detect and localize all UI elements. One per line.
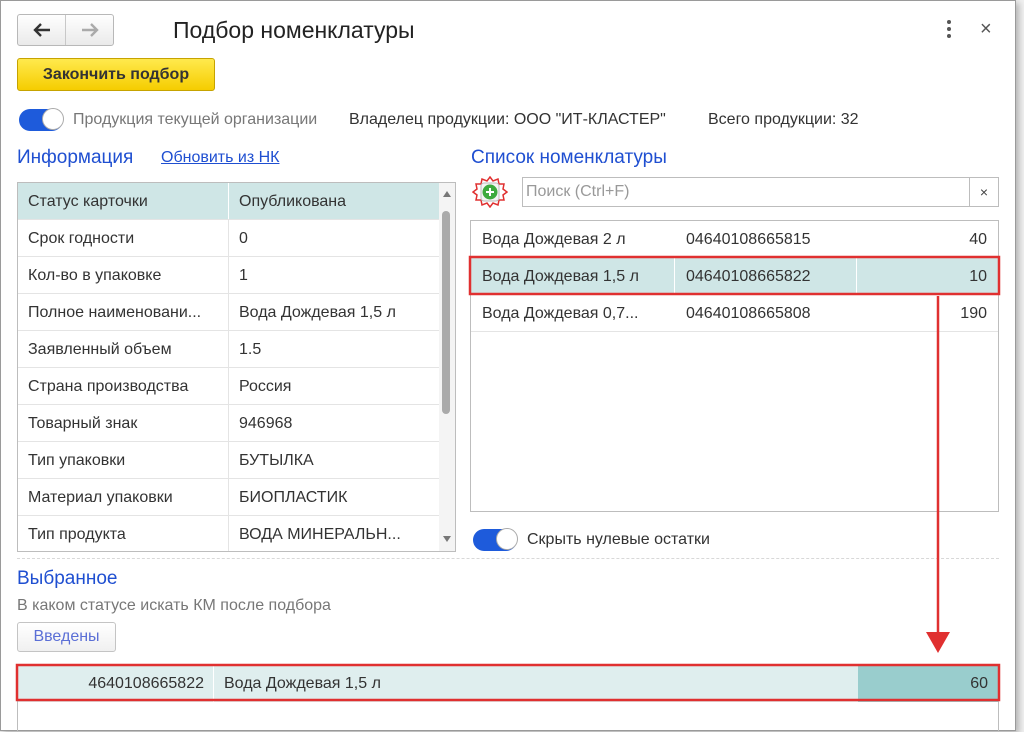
- item-name: Вода Дождевая 0,7...: [482, 305, 639, 322]
- annotation-arrow-head: [926, 632, 950, 653]
- info-value: Россия: [239, 378, 292, 395]
- info-row[interactable]: Страна производства Россия: [18, 368, 439, 405]
- search-input[interactable]: Поиск (Ctrl+F) ×: [522, 177, 999, 207]
- selected-name: Вода Дождевая 1,5 л: [224, 675, 381, 692]
- item-qty: 10: [969, 268, 987, 285]
- info-table: Статус карточки Опубликована Срок годност…: [17, 182, 456, 552]
- scroll-down-icon[interactable]: [443, 536, 451, 542]
- item-name: Вода Дождевая 2 л: [482, 231, 626, 248]
- search-placeholder: Поиск (Ctrl+F): [526, 183, 630, 200]
- arrow-left-icon: [32, 23, 50, 37]
- info-key: Статус карточки: [28, 193, 148, 210]
- forward-button[interactable]: [65, 15, 113, 45]
- close-icon[interactable]: ×: [980, 18, 992, 40]
- info-value: 1.5: [239, 341, 262, 358]
- selected-qty: 60: [970, 675, 988, 692]
- own-products-label: Продукция текущей организации: [73, 111, 318, 128]
- scroll-up-icon[interactable]: [443, 191, 451, 197]
- item-name: Вода Дождевая 1,5 л: [482, 268, 639, 285]
- owner-text: Владелец продукции: ООО "ИТ-КЛАСТЕР": [349, 111, 666, 128]
- selected-row[interactable]: 4640108665822 Вода Дождевая 1,5 л 60: [18, 665, 998, 702]
- info-key: Тип упаковки: [28, 452, 126, 469]
- info-key: Заявленный объем: [28, 341, 172, 358]
- info-value: 1: [239, 267, 248, 284]
- add-item-button[interactable]: [471, 175, 509, 209]
- info-key: Товарный знак: [28, 415, 138, 432]
- finish-selection-button[interactable]: Закончить подбор: [17, 58, 215, 91]
- selected-count-cell: 60: [858, 665, 998, 702]
- back-button[interactable]: [18, 15, 65, 45]
- item-code: 04640108665808: [686, 305, 811, 322]
- selection-window: Подбор номенклатуры × Закончить подбор П…: [0, 0, 1016, 732]
- selected-code: 4640108665822: [88, 675, 204, 692]
- info-value: БИОПЛАСТИК: [239, 489, 348, 506]
- nomenclature-row-selected[interactable]: Вода Дождевая 1,5 л 04640108665822 10: [471, 258, 998, 295]
- info-key: Страна производства: [28, 378, 189, 395]
- arrow-right-icon: [81, 23, 99, 37]
- more-menu-icon[interactable]: [945, 18, 953, 40]
- info-row[interactable]: Тип продукта ВОДА МИНЕРАЛЬН...: [18, 516, 439, 551]
- nav-buttons: [17, 14, 114, 46]
- info-section-title: Информация: [17, 147, 134, 168]
- plus-circle-icon: [482, 184, 498, 200]
- info-key: Тип продукта: [28, 526, 126, 543]
- info-key: Срок годности: [28, 230, 135, 247]
- info-key: Полное наименовани...: [28, 304, 202, 321]
- selected-section-title: Выбранное: [17, 568, 118, 589]
- status-prompt: В каком статусе искать КМ после подбора: [17, 597, 331, 614]
- item-code: 04640108665822: [686, 268, 811, 285]
- selected-table: 4640108665822 Вода Дождевая 1,5 л 60: [17, 664, 999, 732]
- hide-zero-toggle[interactable]: [473, 528, 518, 551]
- item-qty: 190: [960, 305, 987, 322]
- nomenclature-row[interactable]: Вода Дождевая 0,7... 04640108665808 190: [471, 295, 998, 332]
- item-code: 04640108665815: [686, 231, 811, 248]
- status-entered-button[interactable]: Введены: [17, 622, 116, 652]
- item-qty: 40: [969, 231, 987, 248]
- window-title: Подбор номенклатуры: [173, 17, 415, 43]
- refresh-from-nk-link[interactable]: Обновить из НК: [161, 149, 279, 167]
- info-row[interactable]: Статус карточки Опубликована: [18, 183, 439, 220]
- info-row[interactable]: Заявленный объем 1.5: [18, 331, 439, 368]
- info-row[interactable]: Срок годности 0: [18, 220, 439, 257]
- info-row[interactable]: Материал упаковки БИОПЛАСТИК: [18, 479, 439, 516]
- info-value: БУТЫЛКА: [239, 452, 314, 469]
- info-value: Опубликована: [239, 193, 347, 210]
- nomenclature-section-title: Список номенклатуры: [471, 147, 667, 168]
- hide-zero-label: Скрыть нулевые остатки: [527, 531, 710, 548]
- info-value: 0: [239, 230, 248, 247]
- info-key: Материал упаковки: [28, 489, 173, 506]
- total-products-text: Всего продукции: 32: [708, 111, 859, 128]
- info-key: Кол-во в упаковке: [28, 267, 162, 284]
- info-row[interactable]: Кол-во в упаковке 1: [18, 257, 439, 294]
- nomenclature-row[interactable]: Вода Дождевая 2 л 04640108665815 40: [471, 221, 998, 258]
- info-row[interactable]: Тип упаковки БУТЫЛКА: [18, 442, 439, 479]
- info-value: Вода Дождевая 1,5 л: [239, 304, 396, 321]
- info-row[interactable]: Товарный знак 946968: [18, 405, 439, 442]
- info-value: 946968: [239, 415, 293, 432]
- nomenclature-table: Вода Дождевая 2 л 04640108665815 40 Вода…: [470, 220, 999, 512]
- scrollbar-thumb[interactable]: [442, 211, 450, 414]
- clear-search-icon[interactable]: ×: [969, 178, 998, 206]
- section-divider: [17, 558, 999, 559]
- info-value: ВОДА МИНЕРАЛЬН...: [239, 526, 401, 543]
- own-products-toggle[interactable]: [19, 108, 64, 131]
- info-row[interactable]: Полное наименовани... Вода Дождевая 1,5 л: [18, 294, 439, 331]
